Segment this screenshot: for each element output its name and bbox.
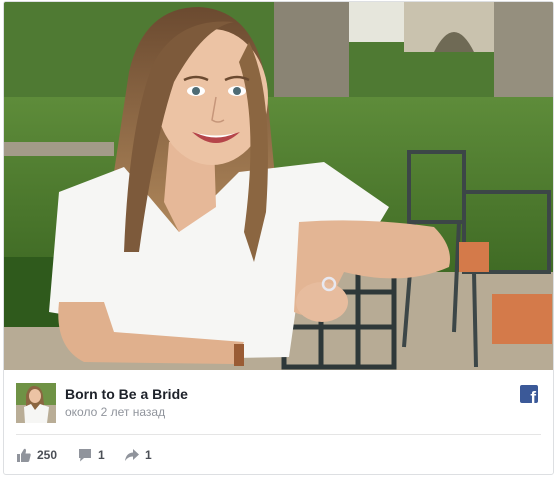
like-count: 250: [37, 448, 58, 462]
share-count-button[interactable]: 1: [125, 447, 152, 463]
like-count-button[interactable]: 250: [17, 447, 57, 463]
page-name[interactable]: Born to Be a Bride: [65, 386, 188, 402]
thumbs-up-icon: [17, 448, 31, 462]
page-avatar[interactable]: [16, 383, 56, 423]
post-actions: 250 1 1: [4, 435, 553, 474]
share-count: 1: [145, 448, 152, 462]
comment-count-button[interactable]: 1: [78, 447, 105, 463]
facebook-icon[interactable]: f: [520, 385, 538, 403]
post-photo[interactable]: [4, 2, 553, 370]
post-timestamp[interactable]: около 2 лет назад: [65, 405, 165, 419]
share-icon: [125, 449, 139, 461]
post-card: Born to Be a Bride около 2 лет назад f 2…: [3, 1, 554, 475]
post-header: Born to Be a Bride около 2 лет назад f: [4, 370, 553, 434]
comment-count: 1: [98, 448, 105, 462]
comment-icon: [79, 449, 91, 462]
